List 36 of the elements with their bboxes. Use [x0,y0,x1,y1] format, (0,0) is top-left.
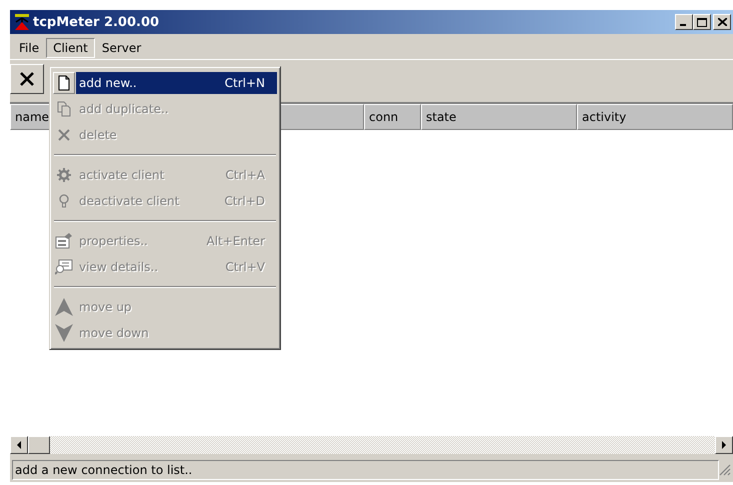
maximize-icon [697,18,707,26]
shortcut-text: Ctrl+D [224,194,265,208]
scroll-left-button[interactable] [10,436,28,454]
close-button[interactable] [713,14,731,30]
up-arrow-icon [54,297,74,317]
page-icon [56,75,72,91]
magnifier-icon [55,259,73,275]
app-icon [13,13,31,31]
shortcut-text: Ctrl+N [224,76,265,90]
down-arrow-icon [54,323,74,343]
pages-icon [56,101,72,117]
resize-grip-icon[interactable] [719,464,731,476]
status-text: add a new connection to list.. [12,460,719,480]
horizontal-scrollbar[interactable] [10,436,733,454]
delete-button[interactable] [10,64,44,94]
menu-item[interactable]: File [12,38,46,58]
maximize-button[interactable] [693,14,711,30]
gear-icon [56,167,72,183]
shortcut-text: Ctrl+A [225,168,265,182]
window-title: tcpMeter 2.00.00 [33,14,160,30]
scroll-thumb[interactable] [28,436,50,454]
x-icon [56,127,72,143]
form-icon [55,233,73,249]
shortcut-text: Ctrl+V [225,260,265,274]
shortcut-text: Alt+Enter [206,234,265,248]
scroll-right-button[interactable] [715,436,733,454]
column-header[interactable]: activity [577,104,733,130]
column-header[interactable]: conn [364,104,421,130]
minimize-button[interactable] [675,14,693,30]
delete-icon [19,71,35,87]
menu-item[interactable]: Server [94,38,148,58]
close-icon [718,18,726,26]
left-arrow-icon [16,441,22,449]
menu-item[interactable]: Client [46,38,95,58]
column-header[interactable]: state [421,104,577,130]
right-arrow-icon [722,441,726,449]
